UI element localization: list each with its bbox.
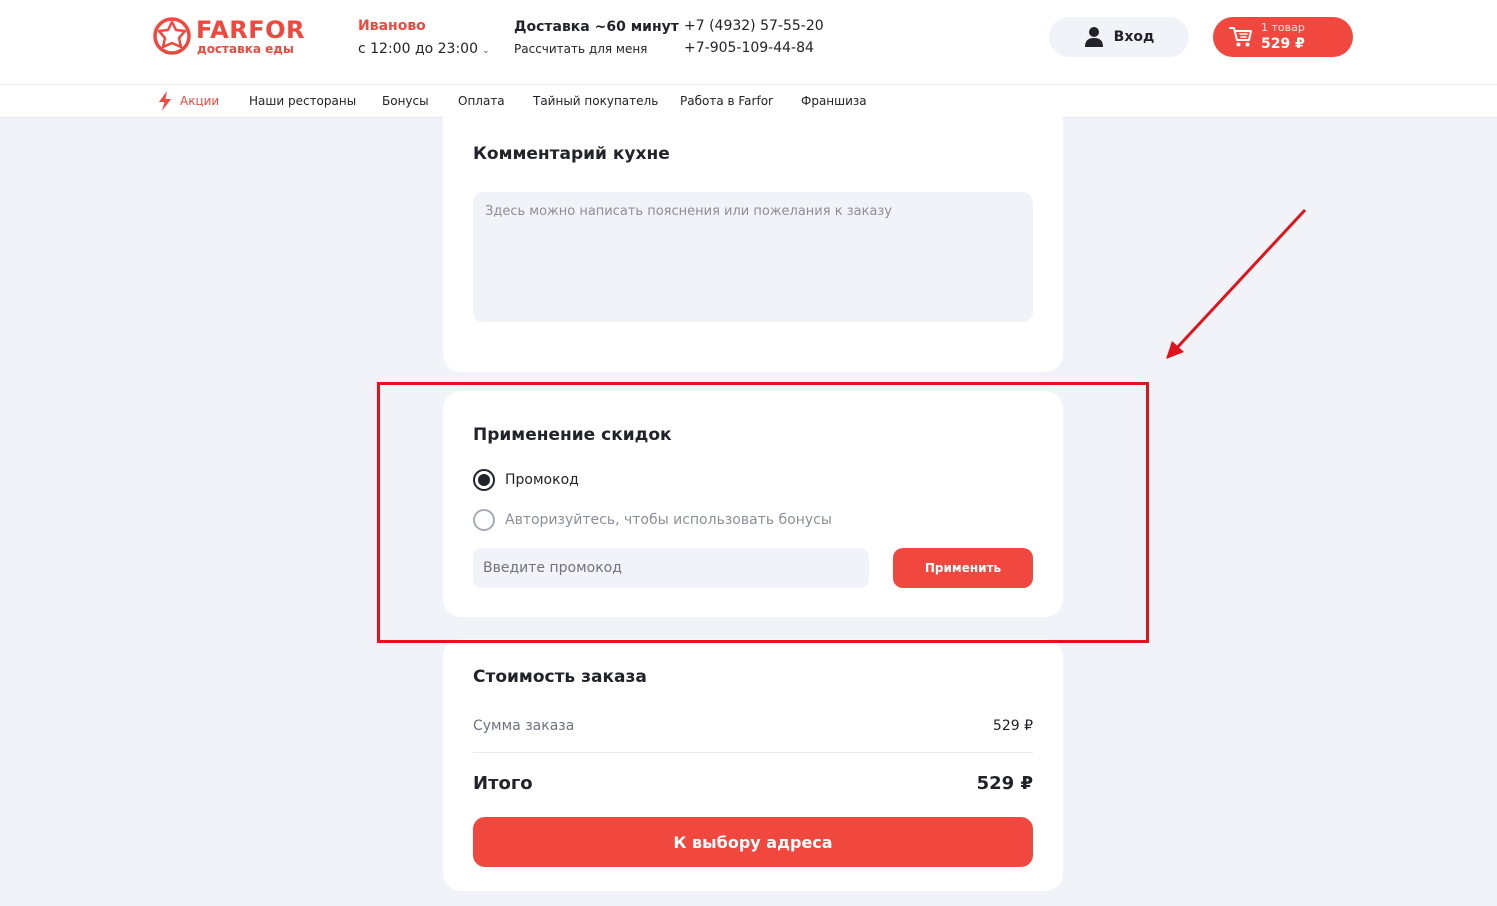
delivery-time: Доставка ~60 минут [514, 19, 679, 35]
lightning-icon [159, 91, 171, 111]
nav-item-promotions[interactable]: Акции [180, 93, 219, 109]
radio-unselected-icon [473, 509, 495, 531]
nav-item-careers[interactable]: Работа в Farfor [680, 93, 773, 109]
site-header: FARFOR доставка еды Иваново с 12:00 до 2… [0, 0, 1497, 85]
radio-bonuses[interactable]: Авторизуйтесь, чтобы использовать бонусы [473, 509, 832, 531]
divider [473, 752, 1033, 753]
radio-selected-icon [473, 469, 495, 491]
phone-secondary[interactable]: +7-905-109-44-84 [684, 39, 814, 57]
logo[interactable]: FARFOR доставка еды [152, 16, 312, 60]
nav-item-bonuses[interactable]: Бонусы [382, 93, 429, 109]
apply-promo-button[interactable]: Применить [893, 548, 1033, 588]
cart-button[interactable]: 1 товар 529 ₽ [1213, 17, 1353, 57]
promo-code-input[interactable] [473, 548, 869, 588]
nav-item-restaurants[interactable]: Наши рестораны [249, 93, 356, 109]
chevron-down-icon: ⌄ [481, 46, 490, 56]
order-sum-value: 529 ₽ [992, 718, 1033, 734]
cart-count: 1 товар [1261, 21, 1305, 34]
logo-name: FARFOR [196, 16, 305, 44]
kitchen-comment-card: Комментарий кухне [443, 112, 1063, 372]
radio-bonuses-label: Авторизуйтесь, чтобы использовать бонусы [505, 512, 832, 528]
total-value: 529 ₽ [976, 773, 1033, 794]
order-cost-title: Стоимость заказа [473, 667, 647, 687]
total-label: Итого [473, 773, 533, 794]
choose-address-button[interactable]: К выбору адреса [473, 817, 1033, 867]
discount-title: Применение скидок [473, 425, 672, 445]
logo-subtitle: доставка еды [197, 42, 294, 56]
city-selector[interactable]: Иваново [358, 17, 426, 35]
nav-item-payment[interactable]: Оплата [458, 93, 505, 109]
radio-promo-label: Промокод [505, 472, 579, 488]
order-sum-label: Сумма заказа [473, 718, 575, 734]
farfor-logo-icon [153, 17, 191, 55]
kitchen-comment-title: Комментарий кухне [473, 144, 670, 164]
phone-primary[interactable]: +7 (4932) 57-55-20 [684, 17, 824, 35]
kitchen-comment-input[interactable] [473, 192, 1033, 322]
nav-item-mystery-shopper[interactable]: Тайный покупатель [533, 93, 658, 109]
working-hours-text: с 12:00 до 23:00 [358, 41, 478, 57]
delivery-calc-link[interactable]: Рассчитать для меня [514, 41, 647, 57]
login-button[interactable]: Вход [1049, 17, 1189, 57]
working-hours[interactable]: с 12:00 до 23:00 ⌄ [358, 40, 490, 60]
cart-icon [1229, 27, 1252, 47]
login-label: Вход [1113, 29, 1155, 45]
nav-item-franchise[interactable]: Франшиза [801, 93, 867, 109]
annotation-arrow-icon [1166, 208, 1307, 359]
order-cost-card: Стоимость заказа Сумма заказа 529 ₽ Итог… [443, 639, 1063, 891]
cart-sum: 529 ₽ [1261, 36, 1305, 52]
user-icon [1084, 27, 1103, 47]
discount-card: Применение скидок Промокод Авторизуйтесь… [443, 391, 1063, 617]
radio-promo-code[interactable]: Промокод [473, 469, 579, 491]
